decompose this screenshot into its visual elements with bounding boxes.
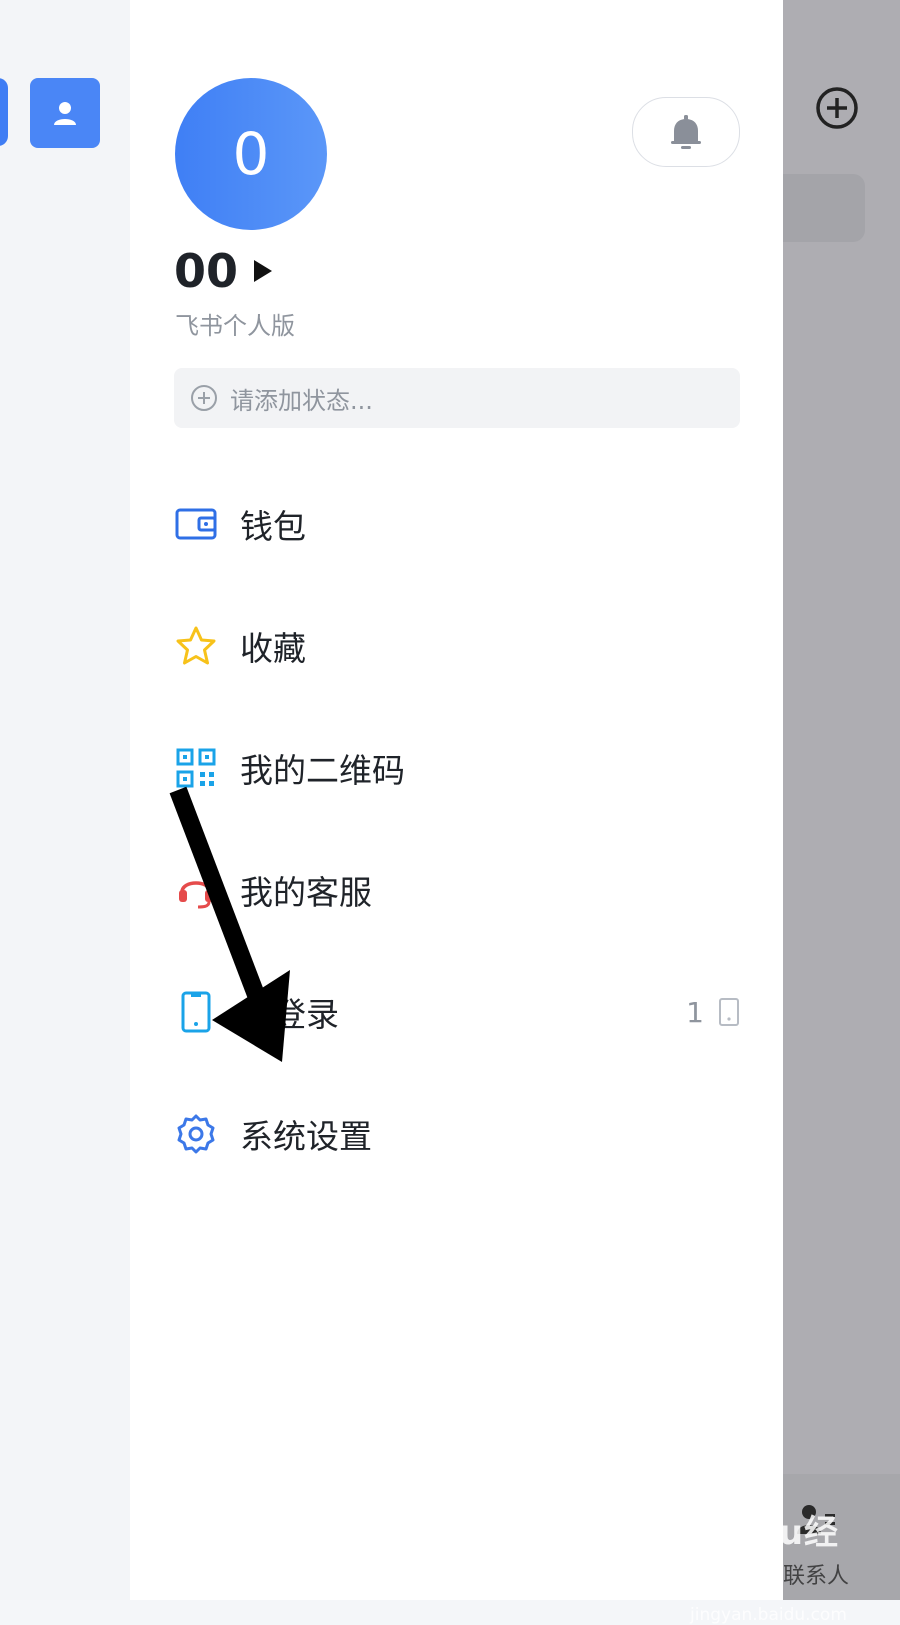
rail-active-tab[interactable] xyxy=(0,78,8,146)
profile-drawer: 0 00 飞书个人版 请添加状态... 钱包 收藏 我的二维码 我的客服 备登录… xyxy=(130,0,783,1600)
status-placeholder: 请添加状态... xyxy=(230,386,373,415)
profile-name: 00 xyxy=(174,244,239,298)
contacts-icon[interactable] xyxy=(797,1504,837,1534)
menu-item-wallet[interactable]: 钱包 xyxy=(174,488,740,560)
profile-name-link[interactable]: 00 xyxy=(174,244,273,298)
arrow-right-icon xyxy=(254,260,273,282)
backdrop-search-bar xyxy=(783,174,865,242)
qr-code-icon xyxy=(174,746,218,790)
device-icon xyxy=(719,998,739,1026)
menu-item-settings[interactable]: 系统设置 xyxy=(174,1098,740,1170)
account-type-label: 飞书个人版 xyxy=(175,312,295,340)
star-icon xyxy=(174,624,218,668)
wallet-icon xyxy=(174,502,218,546)
rail-contacts-button[interactable] xyxy=(30,78,100,148)
watermark-url: jingyan.baidu.com xyxy=(690,1605,847,1625)
headset-icon xyxy=(174,868,218,912)
device-count: 1 xyxy=(686,996,740,1029)
menu-item-customer-service[interactable]: 我的客服 xyxy=(174,854,740,926)
notification-button[interactable] xyxy=(632,97,740,167)
device-count-value: 1 xyxy=(686,995,704,1029)
avatar[interactable]: 0 xyxy=(175,78,327,230)
phone-icon xyxy=(174,990,218,1034)
bell-icon xyxy=(671,115,701,149)
menu-item-favorites[interactable]: 收藏 xyxy=(174,610,740,682)
menu-item-label: 钱包 xyxy=(240,507,306,546)
person-icon xyxy=(54,102,76,125)
left-rail xyxy=(0,0,130,1600)
menu-item-label: 收藏 xyxy=(240,629,306,668)
menu-item-label: 我的二维码 xyxy=(240,751,405,790)
status-input[interactable]: 请添加状态... xyxy=(174,368,740,428)
add-circle-icon[interactable] xyxy=(815,86,859,130)
menu-item-qr-code[interactable]: 我的二维码 xyxy=(174,732,740,804)
menu-item-label: 我的客服 xyxy=(240,873,372,912)
menu-item-label: 系统设置 xyxy=(240,1117,372,1156)
add-status-icon xyxy=(191,385,217,411)
menu-item-label: 备登录 xyxy=(240,995,339,1034)
contacts-tab-label: 联系人 xyxy=(783,1564,850,1589)
menu-item-device-login[interactable]: 备登录 1 xyxy=(174,976,740,1048)
gear-icon xyxy=(174,1112,218,1156)
backdrop-page[interactable]: 联系人 xyxy=(783,0,900,1600)
